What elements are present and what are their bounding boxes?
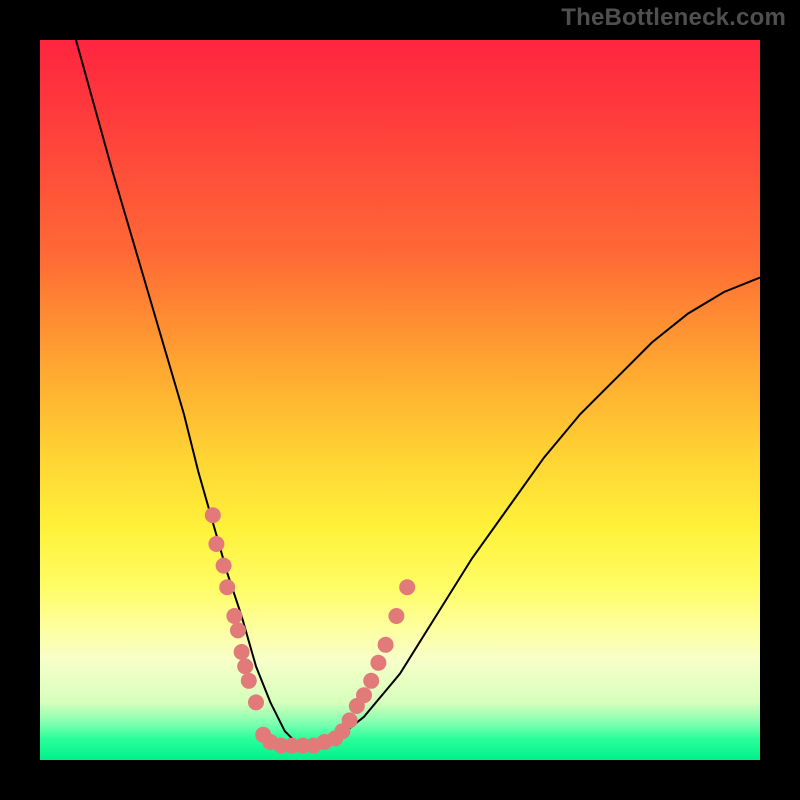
sample-dot (230, 622, 246, 638)
sample-dot (234, 644, 250, 660)
sample-dot (342, 712, 358, 728)
sample-dots-group (205, 507, 415, 753)
watermark-text: TheBottleneck.com (561, 4, 786, 32)
sample-dot (248, 694, 264, 710)
sample-dot (370, 655, 386, 671)
sample-dot (356, 687, 372, 703)
chart-svg (40, 40, 760, 760)
sample-dot (378, 637, 394, 653)
chart-frame: TheBottleneck.com (0, 0, 800, 800)
sample-dot (205, 507, 221, 523)
sample-dot (363, 673, 379, 689)
sample-dot (399, 579, 415, 595)
sample-dot (208, 536, 224, 552)
sample-dot (237, 658, 253, 674)
sample-dot (388, 608, 404, 624)
sample-dot (219, 579, 235, 595)
plot-area (40, 40, 760, 760)
sample-dot (241, 673, 257, 689)
sample-dot (226, 608, 242, 624)
sample-dot (216, 558, 232, 574)
bottleneck-curve (76, 40, 760, 746)
